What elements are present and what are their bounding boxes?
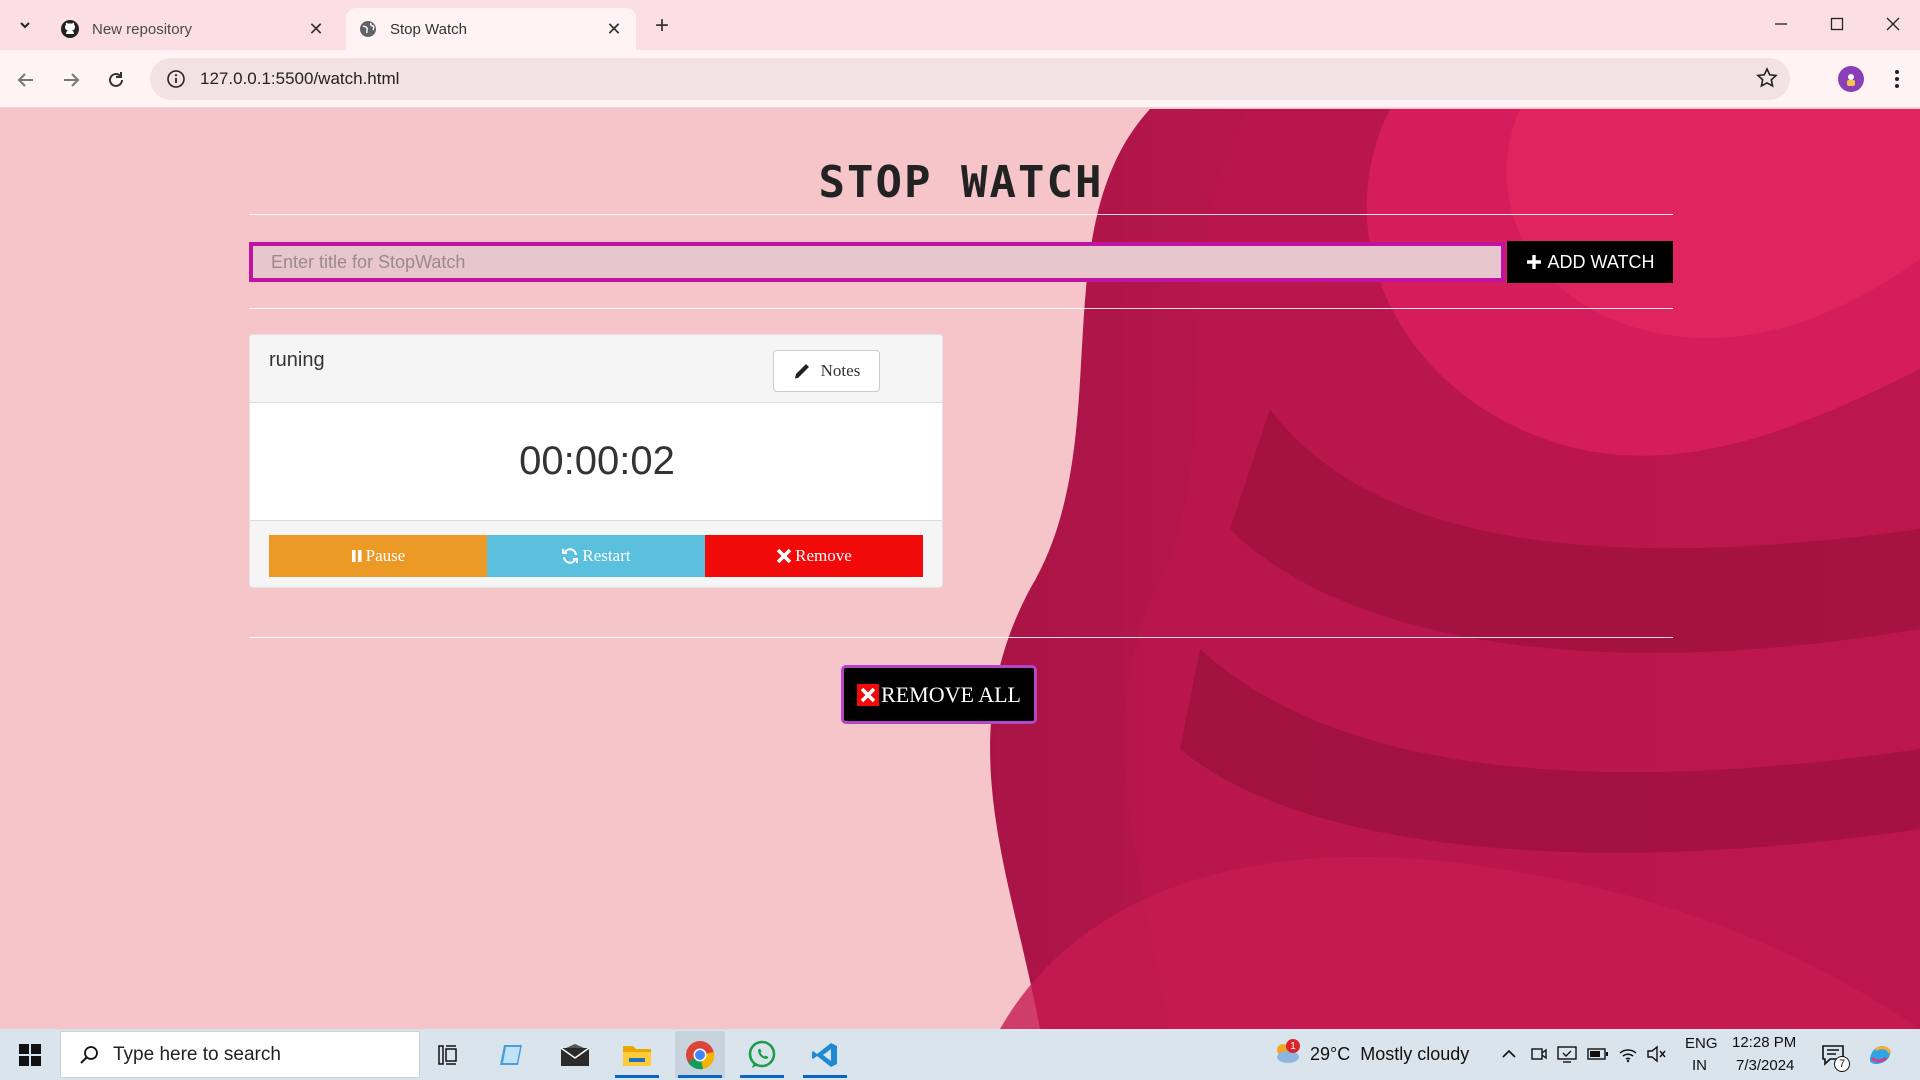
taskbar-app-notes[interactable] xyxy=(488,1031,538,1078)
timer-display: 00:00:02 xyxy=(519,439,675,483)
stopwatch-title: runing xyxy=(269,349,325,371)
divider xyxy=(249,308,1673,309)
weather-text[interactable]: 29°C Mostly cloudy xyxy=(1310,1044,1469,1065)
stopwatch-title-input[interactable] xyxy=(249,242,1505,282)
github-icon xyxy=(60,19,80,39)
divider xyxy=(249,214,1673,215)
copilot-icon[interactable] xyxy=(1866,1041,1894,1069)
remove-label: Remove xyxy=(795,546,852,565)
reload-icon xyxy=(109,72,123,87)
taskbar-app-whatsapp[interactable] xyxy=(737,1031,787,1078)
notes-label: Notes xyxy=(820,361,861,380)
mail-icon xyxy=(560,1043,590,1066)
new-tab-button[interactable]: + xyxy=(648,12,676,40)
wifi-icon[interactable] xyxy=(1617,1043,1639,1065)
start-button[interactable] xyxy=(10,1037,50,1073)
clock-time[interactable]: 12:28 PM xyxy=(1732,1034,1796,1051)
card-header: runing Notes xyxy=(250,335,942,403)
plus-icon xyxy=(1526,255,1541,269)
pause-button[interactable]: Pause xyxy=(269,535,487,577)
task-view-button[interactable] xyxy=(425,1031,475,1078)
windows-logo-icon xyxy=(19,1044,41,1066)
pause-label: Pause xyxy=(365,546,406,565)
tab-search-button[interactable] xyxy=(10,10,40,40)
volume-muted-icon[interactable] xyxy=(1645,1043,1667,1065)
maximize-icon xyxy=(1830,17,1844,31)
page-title: STOP WATCH xyxy=(818,157,1104,208)
pause-icon xyxy=(351,550,362,562)
taskbar-app-file-explorer[interactable] xyxy=(612,1031,662,1078)
remove-all-label: REMOVE ALL xyxy=(881,681,1021,707)
clock-date[interactable]: 7/3/2024 xyxy=(1736,1057,1794,1074)
forward-button[interactable] xyxy=(55,64,87,96)
divider xyxy=(249,637,1673,638)
chevron-down-icon xyxy=(20,22,30,29)
taskbar-app-vscode[interactable] xyxy=(800,1031,850,1078)
folder-icon xyxy=(623,1045,651,1066)
battery-icon[interactable] xyxy=(1587,1043,1609,1065)
language-region[interactable]: IN xyxy=(1692,1057,1707,1074)
weather-badge: 1 xyxy=(1286,1039,1300,1053)
pencil-icon xyxy=(794,364,809,379)
notes-button[interactable]: Notes xyxy=(773,350,880,392)
plus-icon: + xyxy=(654,12,669,39)
bookmark-star-icon[interactable] xyxy=(1756,67,1778,94)
page-viewport: STOP WATCH ADD WATCH runing Notes 00:00:… xyxy=(0,109,1920,1029)
maximize-button[interactable] xyxy=(1814,6,1860,42)
search-placeholder: Type here to search xyxy=(113,1043,281,1065)
remove-button[interactable]: Remove xyxy=(705,535,923,577)
globe-icon xyxy=(358,19,378,39)
close-icon[interactable]: ✕ xyxy=(304,17,328,41)
whatsapp-icon xyxy=(748,1040,776,1068)
notepad-icon xyxy=(500,1044,522,1065)
minimize-icon xyxy=(1775,23,1787,25)
tab-title: New repository xyxy=(92,20,193,38)
windows-taskbar: Type here to search 1 29°C Mostly cloudy xyxy=(0,1029,1920,1080)
close-icon xyxy=(776,548,792,564)
back-button[interactable] xyxy=(10,64,42,96)
close-icon[interactable]: ✕ xyxy=(602,17,626,41)
profile-icon xyxy=(1847,74,1855,86)
stopwatch-card: runing Notes 00:00:02 Pause Restart Remo… xyxy=(249,334,943,588)
restart-button[interactable]: Restart xyxy=(487,535,705,577)
tab-new-repository[interactable]: New repository ✕ xyxy=(48,8,338,50)
site-info-icon[interactable] xyxy=(156,69,196,89)
display-icon[interactable] xyxy=(1556,1043,1578,1065)
vscode-icon xyxy=(812,1042,837,1067)
browser-toolbar: 127.0.0.1:5500/watch.html xyxy=(0,50,1920,108)
meet-now-icon[interactable] xyxy=(1528,1043,1550,1065)
chevron-up-icon[interactable] xyxy=(1498,1043,1520,1065)
taskbar-app-chrome[interactable] xyxy=(675,1031,725,1078)
close-icon xyxy=(1886,17,1900,31)
taskbar-search[interactable]: Type here to search xyxy=(60,1031,420,1078)
arrow-right-icon xyxy=(64,73,80,87)
minimize-button[interactable] xyxy=(1758,6,1804,42)
address-bar[interactable]: 127.0.0.1:5500/watch.html xyxy=(150,58,1790,100)
add-watch-button[interactable]: ADD WATCH xyxy=(1507,241,1673,283)
tab-title: Stop Watch xyxy=(390,20,467,38)
url-text: 127.0.0.1:5500/watch.html xyxy=(200,69,400,88)
reload-button[interactable] xyxy=(100,64,132,96)
window-close-button[interactable] xyxy=(1870,6,1916,42)
arrow-left-icon xyxy=(17,73,33,87)
close-box-icon xyxy=(857,683,880,706)
restart-label: Restart xyxy=(582,546,631,565)
notification-count-badge: 7 xyxy=(1834,1056,1850,1072)
stopwatch-app: STOP WATCH ADD WATCH runing Notes 00:00:… xyxy=(249,109,1673,1029)
more-vertical-icon xyxy=(1895,70,1899,88)
tab-stop-watch[interactable]: Stop Watch ✕ xyxy=(346,8,636,50)
taskbar-app-mail[interactable] xyxy=(550,1031,600,1078)
profile-avatar[interactable] xyxy=(1838,66,1864,92)
add-watch-label: ADD WATCH xyxy=(1547,251,1655,272)
browser-tab-strip: New repository ✕ Stop Watch ✕ + xyxy=(0,0,1920,50)
browser-menu-button[interactable] xyxy=(1882,64,1912,94)
card-footer: Pause Restart Remove xyxy=(250,520,942,587)
chrome-icon xyxy=(686,1040,715,1069)
language-code[interactable]: ENG xyxy=(1685,1035,1718,1052)
task-view-icon xyxy=(438,1044,457,1065)
remove-all-button[interactable]: REMOVE ALL xyxy=(841,665,1037,724)
search-icon xyxy=(69,1044,109,1066)
refresh-icon xyxy=(562,548,579,564)
